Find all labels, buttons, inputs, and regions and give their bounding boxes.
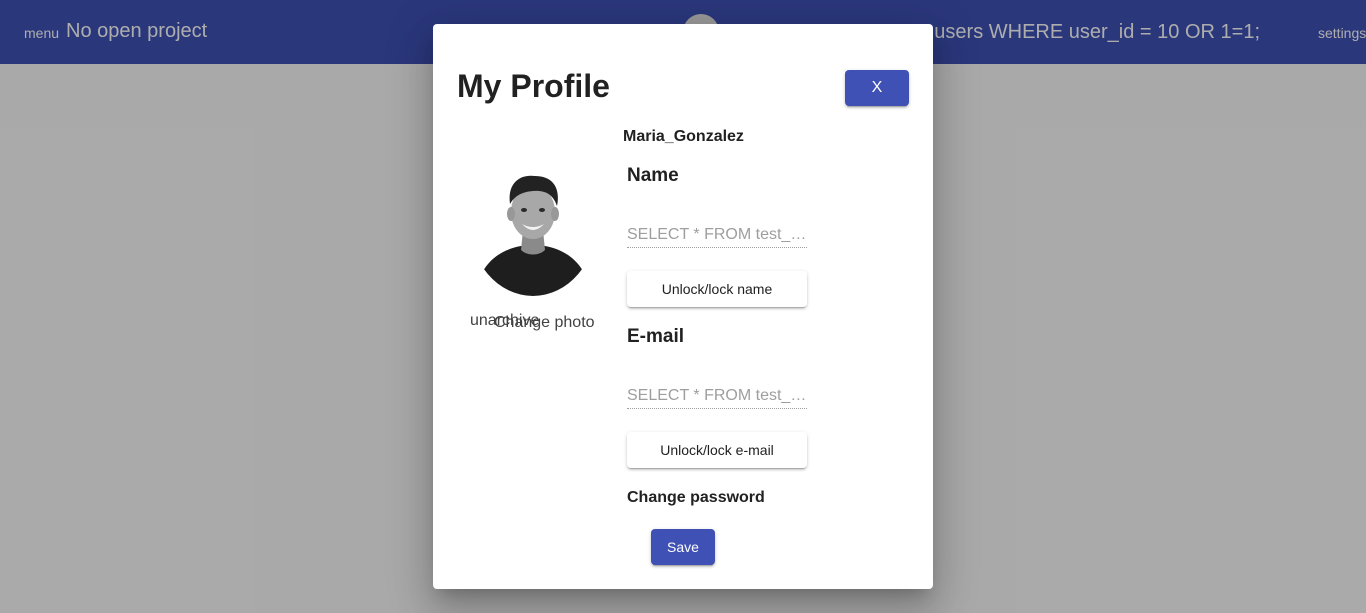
- save-button[interactable]: Save: [651, 529, 715, 565]
- change-password-link[interactable]: Change password: [627, 489, 765, 507]
- person-photo-icon: [469, 146, 597, 296]
- change-photo-link[interactable]: Change photo: [494, 314, 595, 332]
- unlock-lock-name-button[interactable]: Unlock/lock name: [627, 271, 807, 307]
- email-input[interactable]: [627, 384, 807, 409]
- profile-dialog: My Profile X unarchive Change photo Mari…: [433, 24, 933, 589]
- name-input[interactable]: [627, 223, 807, 248]
- unlock-lock-email-button[interactable]: Unlock/lock e-mail: [627, 432, 807, 468]
- profile-photo[interactable]: [469, 146, 597, 296]
- email-label: E-mail: [627, 326, 685, 347]
- dialog-title: My Profile: [457, 68, 610, 104]
- name-label: Name: [627, 165, 679, 186]
- close-button[interactable]: X: [845, 70, 909, 106]
- username: Maria_Gonzalez: [623, 128, 744, 145]
